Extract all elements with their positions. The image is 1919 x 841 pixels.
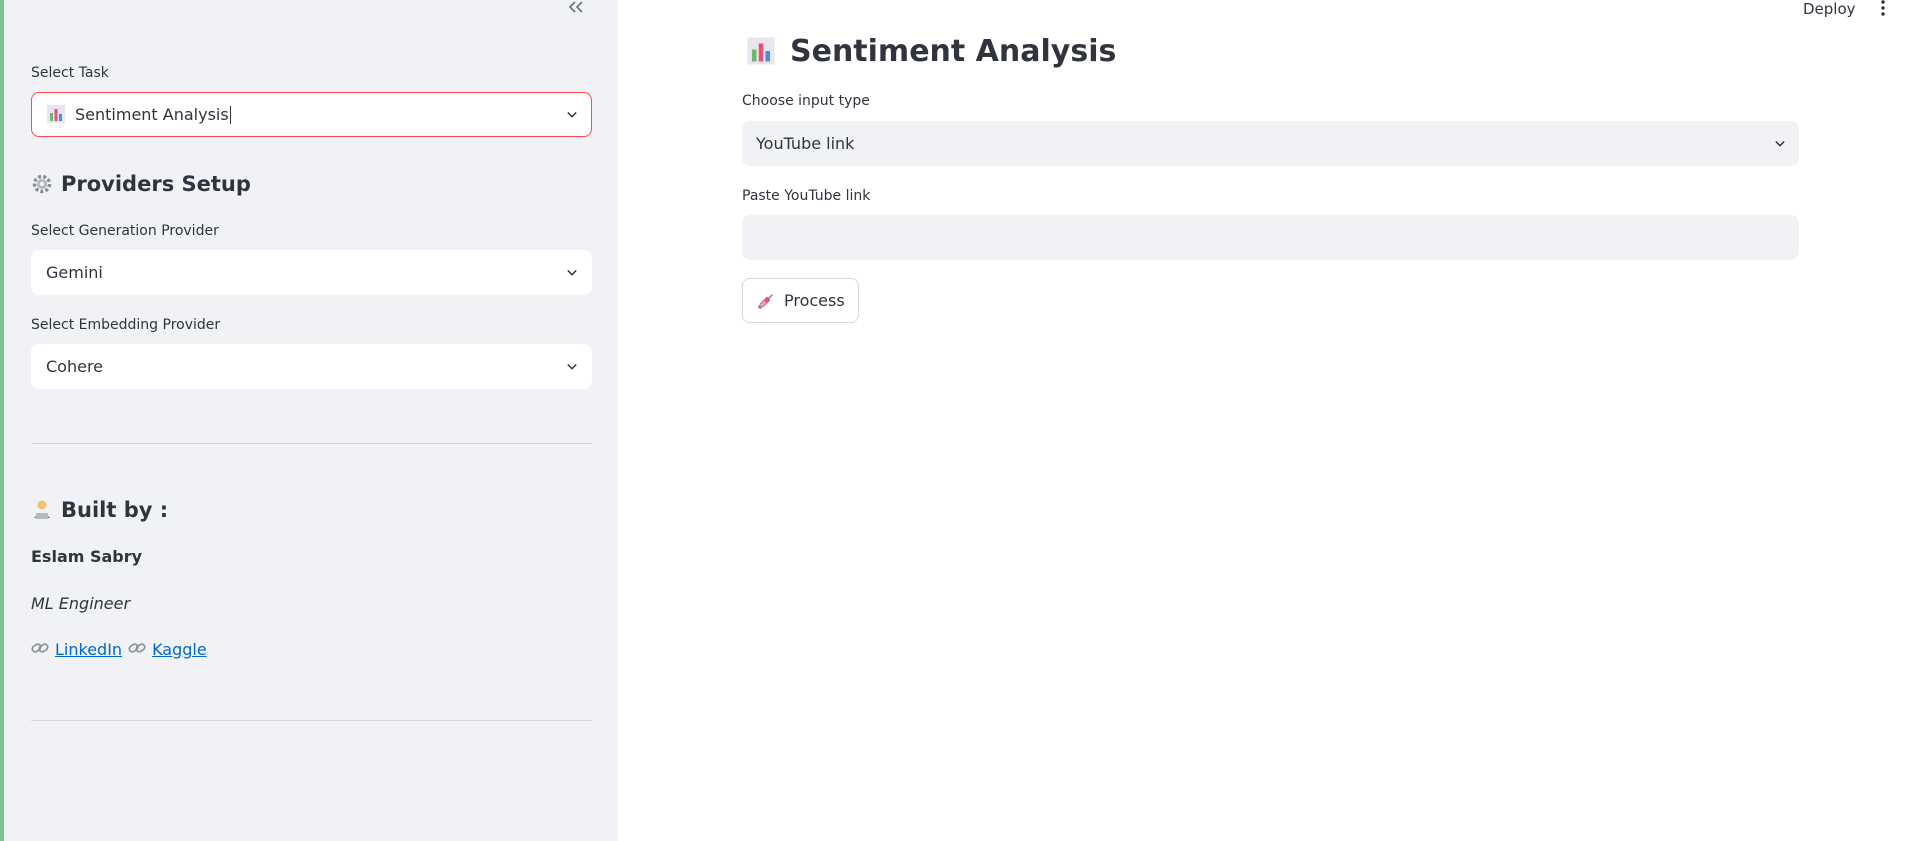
input-type-label: Choose input type [742, 93, 870, 109]
task-select[interactable]: Sentiment Analysis [31, 92, 592, 137]
generation-provider-select[interactable]: Gemini [31, 250, 592, 295]
task-select-label: Select Task [31, 65, 109, 81]
input-type-select[interactable]: YouTube link [742, 121, 1799, 166]
task-select-value: Sentiment Analysis [75, 105, 229, 124]
providers-heading-text: Providers Setup [61, 172, 251, 196]
text-caret [229, 105, 231, 124]
link-icon [31, 641, 49, 659]
process-button[interactable]: Process [742, 278, 859, 323]
chevron-down-icon [1775, 139, 1785, 149]
sidebar-divider-bottom [31, 720, 592, 721]
process-button-label: Process [784, 291, 845, 310]
generation-provider-value: Gemini [46, 263, 103, 282]
sidebar-divider [31, 443, 592, 444]
chevron-down-icon [567, 362, 577, 372]
page-title: Sentiment Analysis [746, 34, 1116, 69]
chevron-down-icon [567, 110, 577, 120]
input-type-value: YouTube link [756, 134, 855, 153]
built-by-heading: Built by : [31, 498, 168, 522]
author-role: ML Engineer [31, 594, 131, 613]
deploy-button[interactable]: Deploy [1803, 0, 1856, 18]
vertical-dots-icon[interactable] [1878, 0, 1888, 16]
double-chevron-left-icon[interactable] [564, 0, 588, 18]
built-by-heading-text: Built by : [61, 498, 169, 522]
syringe-icon [756, 291, 776, 311]
bar-chart-icon [46, 104, 68, 126]
technologist-icon [31, 499, 53, 521]
linkedin-link[interactable]: LinkedIn [55, 640, 122, 659]
embedding-provider-label: Select Embedding Provider [31, 317, 221, 333]
providers-heading: Providers Setup [31, 172, 251, 196]
app-window: Select Task Sentiment Analysis Providers… [4, 0, 1919, 841]
main-content: Deploy Sentiment Analysis Choose input t… [618, 0, 1919, 841]
embedding-provider-select[interactable]: Cohere [31, 344, 592, 389]
youtube-link-label: Paste YouTube link [742, 188, 871, 204]
author-name: Eslam Sabry [31, 547, 143, 566]
generation-provider-label: Select Generation Provider [31, 223, 219, 239]
social-links: LinkedIn Kaggle [31, 640, 207, 659]
embedding-provider-value: Cohere [46, 357, 104, 376]
chevron-down-icon [567, 268, 577, 278]
page-title-text: Sentiment Analysis [790, 34, 1117, 69]
sidebar: Select Task Sentiment Analysis Providers… [4, 0, 618, 841]
bar-chart-icon [746, 36, 778, 68]
kaggle-link[interactable]: Kaggle [152, 640, 207, 659]
youtube-link-input[interactable] [742, 215, 1799, 260]
gear-icon [31, 173, 53, 195]
link-icon [128, 641, 146, 659]
